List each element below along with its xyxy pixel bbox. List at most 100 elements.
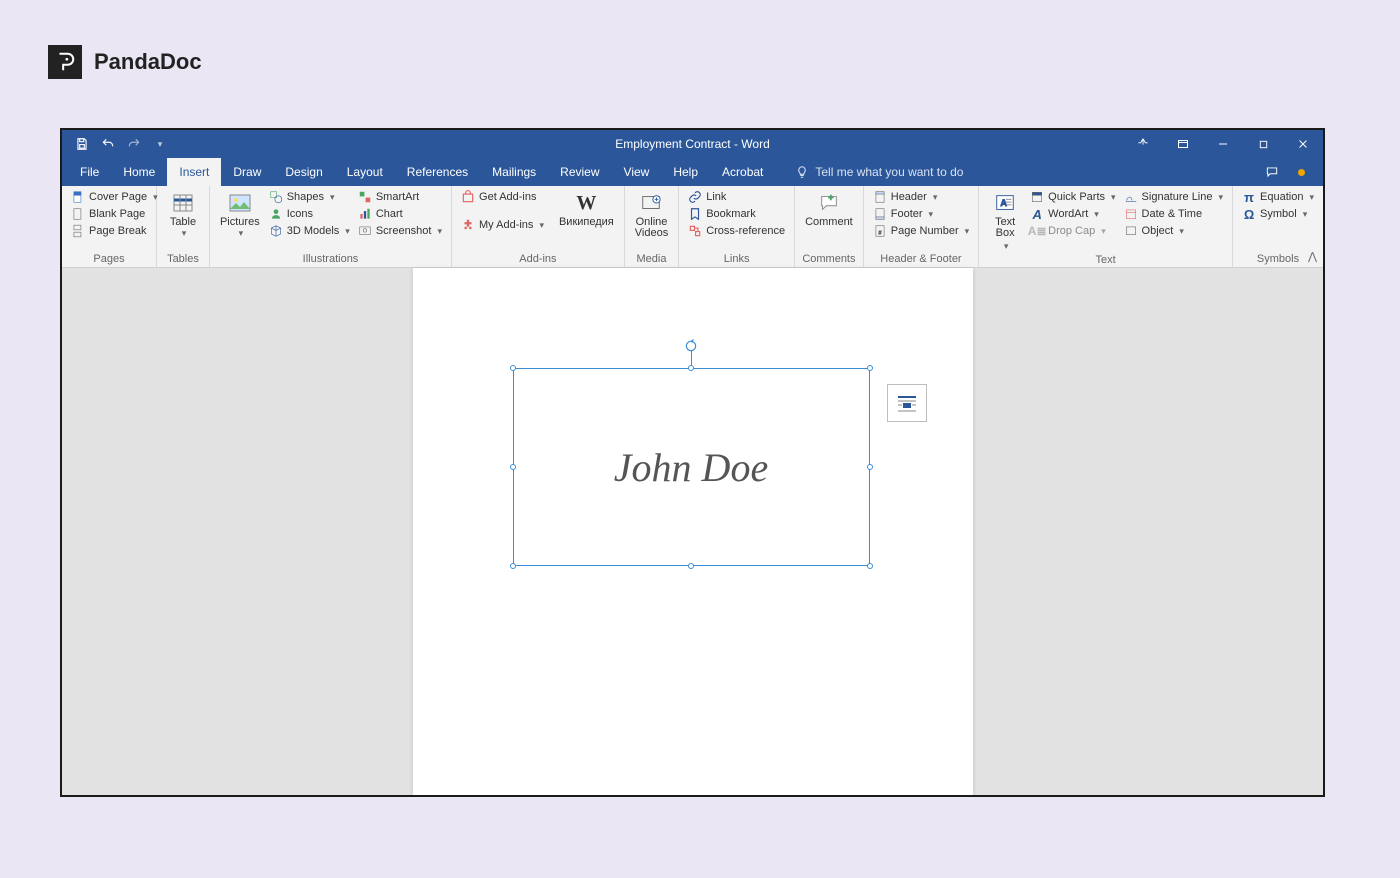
ribbon-display-options-button[interactable] <box>1163 130 1203 158</box>
screenshot-button[interactable]: Screenshot▾ <box>355 223 445 239</box>
tab-references[interactable]: References <box>395 158 480 186</box>
pandadoc-logo-text: PandaDoc <box>94 49 202 75</box>
tab-file[interactable]: File <box>68 158 111 186</box>
my-addins-button[interactable]: My Add-ins▾ <box>458 217 547 233</box>
word-application-window: ▾ Employment Contract - Word File Home I… <box>60 128 1325 797</box>
comments-icon[interactable] <box>1264 165 1280 179</box>
text-box-selected[interactable]: John Doe <box>513 368 870 566</box>
tab-mailings[interactable]: Mailings <box>480 158 548 186</box>
icons-button[interactable]: Icons <box>266 206 353 222</box>
tell-me-text: Tell me what you want to do <box>815 165 963 179</box>
cross-reference-button[interactable]: Cross-reference <box>685 223 788 239</box>
footer-icon <box>873 207 887 221</box>
tell-me-search[interactable]: Tell me what you want to do <box>795 158 963 186</box>
wikipedia-button[interactable]: W Википедия <box>555 189 618 230</box>
tab-draw[interactable]: Draw <box>221 158 273 186</box>
blank-page-button[interactable]: Blank Page <box>68 206 161 222</box>
comment-button[interactable]: Comment <box>801 189 857 230</box>
smartart-icon <box>358 190 372 204</box>
tab-insert[interactable]: Insert <box>167 158 221 186</box>
pictures-button[interactable]: Pictures▾ <box>216 189 264 241</box>
signature-text[interactable]: John Doe <box>614 444 768 491</box>
qat-customize-dropdown[interactable]: ▾ <box>152 136 168 152</box>
cover-page-icon <box>71 190 85 204</box>
addins-icon <box>461 218 475 232</box>
bookmark-button[interactable]: Bookmark <box>685 206 788 222</box>
quick-parts-icon <box>1030 190 1044 204</box>
save-button[interactable] <box>74 136 90 152</box>
page-break-button[interactable]: Page Break <box>68 223 161 239</box>
cover-page-button[interactable]: Cover Page▾ <box>68 189 161 205</box>
online-videos-button[interactable]: Online Videos <box>631 189 672 241</box>
quick-parts-button[interactable]: Quick Parts▾ <box>1027 189 1118 205</box>
date-time-button[interactable]: Date & Time <box>1121 206 1226 222</box>
header-icon <box>873 190 887 204</box>
page-number-button[interactable]: #Page Number▾ <box>870 223 972 239</box>
shapes-button[interactable]: Shapes▾ <box>266 189 353 205</box>
page[interactable]: John Doe <box>413 268 973 795</box>
pictures-icon <box>226 191 254 215</box>
symbol-button[interactable]: ΩSymbol▾ <box>1239 206 1317 222</box>
wordart-icon: A <box>1030 207 1044 221</box>
bookmark-icon <box>688 207 702 221</box>
resize-handle-bc[interactable] <box>688 563 694 569</box>
resize-handle-tl[interactable] <box>510 365 516 371</box>
redo-button[interactable] <box>126 136 142 152</box>
group-links: Link Bookmark Cross-reference Links <box>679 186 795 267</box>
smartart-button[interactable]: SmartArt <box>355 189 445 205</box>
resize-handle-tc[interactable] <box>688 365 694 371</box>
ribbon-tab-row: File Home Insert Draw Design Layout Refe… <box>62 158 1323 186</box>
tab-design[interactable]: Design <box>273 158 334 186</box>
resize-handle-br[interactable] <box>867 563 873 569</box>
wordart-button[interactable]: AWordArt▾ <box>1027 206 1118 222</box>
crossref-icon <box>688 224 702 238</box>
text-box-icon: A <box>991 191 1019 215</box>
tab-view[interactable]: View <box>612 158 662 186</box>
tab-acrobat[interactable]: Acrobat <box>710 158 775 186</box>
share-indicator[interactable] <box>1298 169 1305 176</box>
resize-handle-tr[interactable] <box>867 365 873 371</box>
get-addins-button[interactable]: Get Add-ins <box>458 189 547 205</box>
equation-button[interactable]: πEquation▾ <box>1239 189 1317 205</box>
link-icon <box>688 190 702 204</box>
tab-help[interactable]: Help <box>661 158 710 186</box>
text-box-button[interactable]: A Text Box▾ <box>985 189 1025 254</box>
maximize-button[interactable] <box>1243 130 1283 158</box>
resize-handle-ml[interactable] <box>510 464 516 470</box>
comment-icon <box>815 191 843 215</box>
drop-cap-button[interactable]: A≣Drop Cap▾ <box>1027 223 1118 239</box>
signature-line-button[interactable]: Signature Line▾ <box>1121 189 1226 205</box>
group-addins: Get Add-ins My Add-ins▾ W Википедия Add-… <box>452 186 625 267</box>
tab-review[interactable]: Review <box>548 158 611 186</box>
shapes-icon <box>269 190 283 204</box>
store-icon <box>461 190 475 204</box>
header-button[interactable]: Header▾ <box>870 189 972 205</box>
group-comments: Comment Comments <box>795 186 864 267</box>
object-button[interactable]: Object▾ <box>1121 223 1226 239</box>
resize-handle-bl[interactable] <box>510 563 516 569</box>
undo-button[interactable] <box>100 136 116 152</box>
svg-text:#: # <box>878 231 881 237</box>
rotate-handle[interactable] <box>684 339 698 353</box>
layout-options-button[interactable] <box>887 384 927 422</box>
equation-icon: π <box>1242 190 1256 204</box>
resize-handle-mr[interactable] <box>867 464 873 470</box>
cube-icon <box>269 224 283 238</box>
footer-button[interactable]: Footer▾ <box>870 206 972 222</box>
object-icon <box>1124 224 1138 238</box>
quick-access-toolbar: ▾ <box>62 136 168 152</box>
group-header-footer: Header▾ Footer▾ #Page Number▾ Header & F… <box>864 186 979 267</box>
tab-layout[interactable]: Layout <box>335 158 395 186</box>
tab-home[interactable]: Home <box>111 158 167 186</box>
3d-models-button[interactable]: 3D Models▾ <box>266 223 353 239</box>
table-button[interactable]: Table▾ <box>163 189 203 241</box>
minimize-button[interactable] <box>1203 130 1243 158</box>
simplified-ribbon-button[interactable] <box>1123 130 1163 158</box>
group-media: Online Videos Media <box>625 186 679 267</box>
page-break-icon <box>71 224 85 238</box>
collapse-ribbon-button[interactable]: ⋀ <box>1308 250 1317 263</box>
pandadoc-logo-mark <box>48 45 82 79</box>
close-button[interactable] <box>1283 130 1323 158</box>
chart-button[interactable]: Chart <box>355 206 445 222</box>
link-button[interactable]: Link <box>685 189 788 205</box>
